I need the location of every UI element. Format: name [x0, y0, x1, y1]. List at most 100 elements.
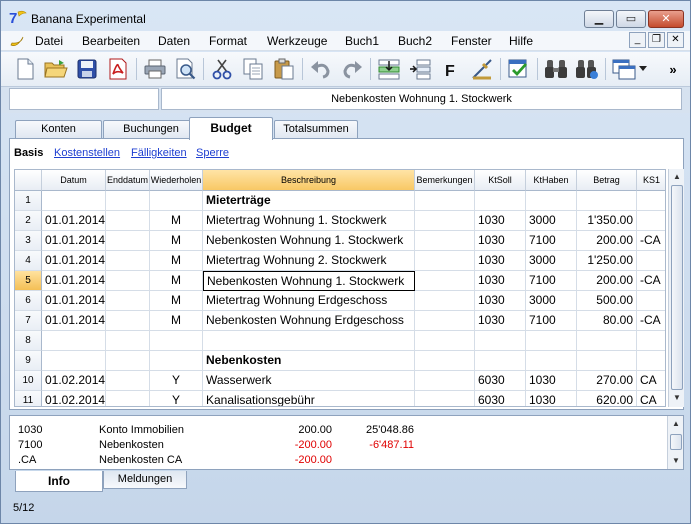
- info-scroll-down-icon[interactable]: ▼: [669, 454, 683, 468]
- cell-betrag[interactable]: 1'250.00: [577, 251, 637, 271]
- copy-icon[interactable]: [239, 55, 267, 83]
- column-header-ks1[interactable]: KS1: [637, 170, 665, 191]
- info-vertical-scrollbar[interactable]: ▲ ▼: [667, 416, 683, 469]
- cell-betrag[interactable]: 200.00: [577, 271, 637, 291]
- cell-ktsoll[interactable]: 1030: [475, 211, 526, 231]
- cell-wiederholen[interactable]: Y: [150, 371, 203, 391]
- cell-datum[interactable]: [42, 191, 106, 211]
- cell-ks1[interactable]: CA: [637, 391, 665, 406]
- menu-daten[interactable]: Daten: [158, 34, 190, 48]
- cell-kthaben[interactable]: [526, 191, 577, 211]
- cell-beschreibung[interactable]: Mietertrag Wohnung 2. Stockwerk: [203, 251, 415, 271]
- cell-kthaben[interactable]: 3000: [526, 211, 577, 231]
- column-header-wiederholen[interactable]: Wiederholen: [150, 170, 203, 191]
- cell-beschreibung[interactable]: Mieterträge: [203, 191, 415, 211]
- cell-bemerkungen[interactable]: [415, 251, 475, 271]
- menu-buch2[interactable]: Buch2: [398, 34, 432, 48]
- cell-datum[interactable]: 01.01.2014: [42, 251, 106, 271]
- row-header[interactable]: 4: [15, 251, 42, 271]
- cell-ks1[interactable]: CA: [637, 371, 665, 391]
- cell-kthaben[interactable]: 1030: [526, 391, 577, 406]
- cell-betrag[interactable]: 620.00: [577, 391, 637, 406]
- cell-bemerkungen[interactable]: [415, 291, 475, 311]
- close-button[interactable]: ✕: [648, 10, 684, 28]
- cell-datum[interactable]: [42, 331, 106, 351]
- info-scroll-up-icon[interactable]: ▲: [669, 417, 683, 431]
- cell-betrag[interactable]: [577, 331, 637, 351]
- cell-betrag[interactable]: [577, 351, 637, 371]
- redo-icon[interactable]: [338, 55, 366, 83]
- scroll-up-icon[interactable]: ▲: [670, 170, 684, 184]
- print-preview-icon[interactable]: [172, 55, 200, 83]
- cell-beschreibung[interactable]: Nebenkosten Wohnung Erdgeschoss: [203, 311, 415, 331]
- cell-bemerkungen[interactable]: [415, 271, 475, 291]
- column-header-kthaben[interactable]: KtHaben: [526, 170, 577, 191]
- cell-beschreibung[interactable]: Nebenkosten Wohnung 1. Stockwerk: [203, 271, 415, 291]
- cell-beschreibung[interactable]: Nebenkosten Wohnung 1. Stockwerk: [203, 231, 415, 251]
- cell-betrag[interactable]: 80.00: [577, 311, 637, 331]
- cell-kthaben[interactable]: 1030: [526, 371, 577, 391]
- cell-enddatum[interactable]: [106, 331, 150, 351]
- cell-ktsoll[interactable]: 1030: [475, 311, 526, 331]
- find-replace-icon[interactable]: [573, 55, 601, 83]
- check-accounting-icon[interactable]: [505, 55, 533, 83]
- row-header[interactable]: 11: [15, 391, 42, 406]
- mdi-minimize-button[interactable]: _: [629, 32, 646, 48]
- cell-ktsoll[interactable]: 1030: [475, 251, 526, 271]
- cell-ks1[interactable]: -CA: [637, 311, 665, 331]
- view-kostenstellen[interactable]: Kostenstellen: [54, 147, 120, 159]
- cell-beschreibung[interactable]: Kanalisationsgebühr: [203, 391, 415, 406]
- cell-content-field[interactable]: Nebenkosten Wohnung 1. Stockwerk: [161, 88, 682, 110]
- tab-meldungen[interactable]: Meldungen: [103, 471, 187, 489]
- cell-bemerkungen[interactable]: [415, 331, 475, 351]
- menu-datei[interactable]: Datei: [35, 34, 63, 48]
- cell-betrag[interactable]: 270.00: [577, 371, 637, 391]
- cell-wiederholen[interactable]: Y: [150, 391, 203, 406]
- row-header[interactable]: 5: [15, 271, 42, 291]
- cell-datum[interactable]: 01.01.2014: [42, 211, 106, 231]
- view-sperre[interactable]: Sperre: [196, 147, 229, 159]
- column-width-icon[interactable]: [468, 55, 496, 83]
- cell-kthaben[interactable]: [526, 331, 577, 351]
- cell-beschreibung[interactable]: Wasserwerk: [203, 371, 415, 391]
- cell-betrag[interactable]: 200.00: [577, 231, 637, 251]
- cell-wiederholen[interactable]: M: [150, 231, 203, 251]
- cell-ktsoll[interactable]: [475, 191, 526, 211]
- cell-enddatum[interactable]: [106, 191, 150, 211]
- mdi-close-button[interactable]: ✕: [667, 32, 684, 48]
- cell-ks1[interactable]: [637, 191, 665, 211]
- cell-datum[interactable]: 01.01.2014: [42, 271, 106, 291]
- tab-info[interactable]: Info: [15, 471, 103, 492]
- scroll-thumb[interactable]: [671, 185, 683, 390]
- cell-ks1[interactable]: -CA: [637, 231, 665, 251]
- maximize-button[interactable]: ▭: [616, 10, 646, 28]
- cell-enddatum[interactable]: [106, 391, 150, 406]
- cell-kthaben[interactable]: 7100: [526, 271, 577, 291]
- cell-beschreibung[interactable]: Mietertrag Wohnung 1. Stockwerk: [203, 211, 415, 231]
- cell-enddatum[interactable]: [106, 291, 150, 311]
- cell-bemerkungen[interactable]: [415, 311, 475, 331]
- find-icon[interactable]: [542, 55, 570, 83]
- cell-enddatum[interactable]: [106, 371, 150, 391]
- cell-ks1[interactable]: [637, 211, 665, 231]
- mdi-restore-button[interactable]: ❐: [648, 32, 665, 48]
- cell-reference-field[interactable]: [9, 88, 159, 110]
- column-header-beschreibung[interactable]: Beschreibung: [203, 170, 415, 191]
- cell-ktsoll[interactable]: 6030: [475, 391, 526, 406]
- cell-ktsoll[interactable]: [475, 331, 526, 351]
- toolbar-overflow-icon[interactable]: »: [663, 55, 683, 83]
- menu-hilfe[interactable]: Hilfe: [509, 34, 533, 48]
- cell-datum[interactable]: 01.02.2014: [42, 391, 106, 406]
- cell-bemerkungen[interactable]: [415, 351, 475, 371]
- cell-kthaben[interactable]: 3000: [526, 291, 577, 311]
- cell-ks1[interactable]: [637, 351, 665, 371]
- row-header[interactable]: 7: [15, 311, 42, 331]
- save-icon[interactable]: [73, 55, 101, 83]
- cell-enddatum[interactable]: [106, 251, 150, 271]
- print-icon[interactable]: [141, 55, 169, 83]
- cut-icon[interactable]: [208, 55, 236, 83]
- tab-buchungen[interactable]: Buchungen: [103, 120, 199, 139]
- cell-bemerkungen[interactable]: [415, 371, 475, 391]
- cell-kthaben[interactable]: [526, 351, 577, 371]
- window-layout-icon[interactable]: [610, 55, 638, 83]
